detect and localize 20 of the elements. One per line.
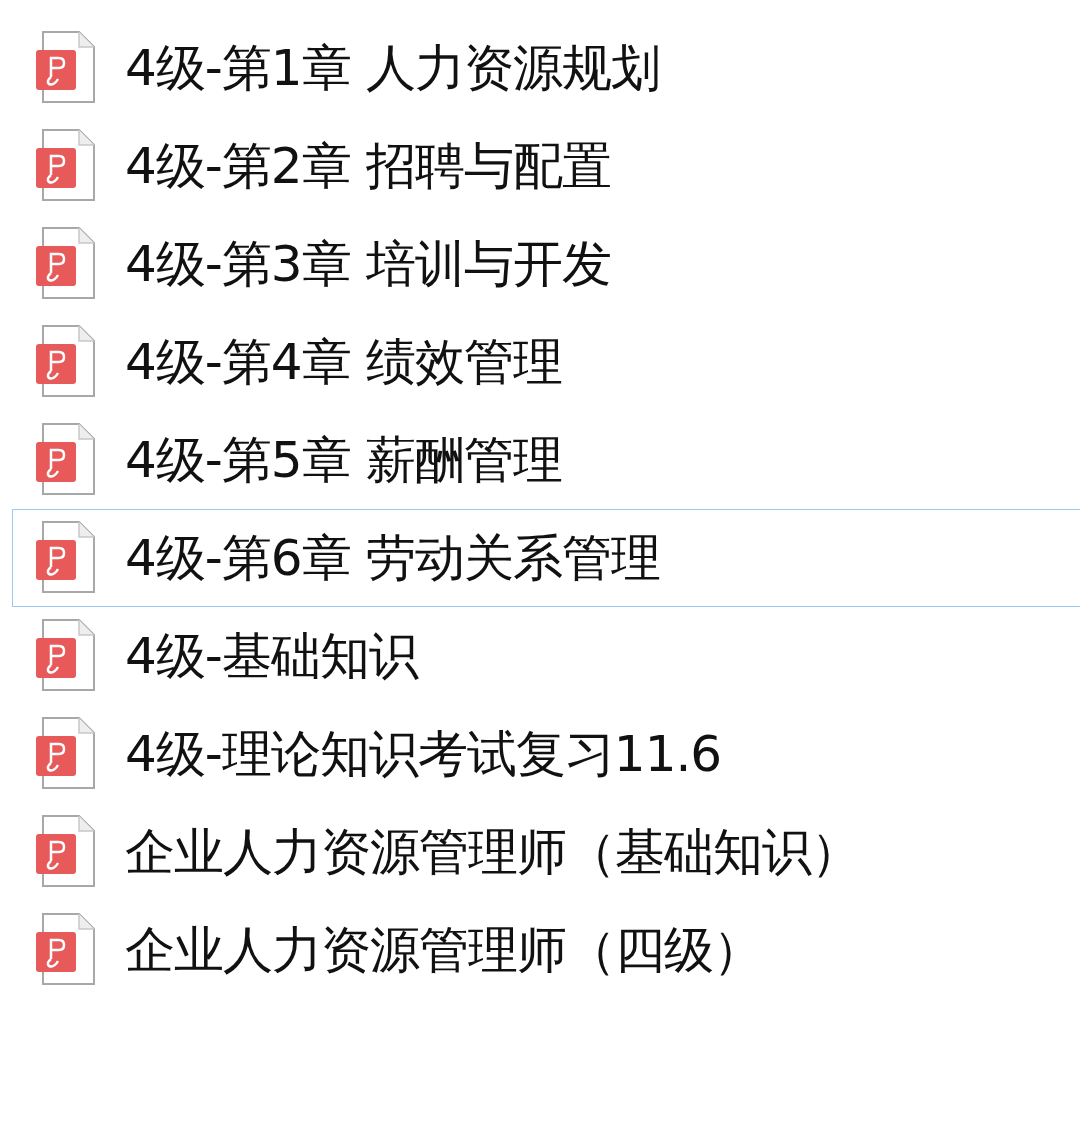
file-name: 4级-第1章 人力资源规划 (125, 37, 660, 99)
file-item[interactable]: 4级-基础知识 (12, 607, 1080, 705)
file-name: 企业人力资源管理师（基础知识） (125, 821, 860, 883)
file-name: 企业人力资源管理师（四级） (125, 919, 762, 981)
file-item[interactable]: 4级-第1章 人力资源规划 (12, 19, 1080, 117)
file-item[interactable]: 4级-第6章 劳动关系管理 (12, 509, 1080, 607)
file-item[interactable]: 4级-理论知识考试复习11.6 (12, 705, 1080, 803)
file-item[interactable]: 4级-第5章 薪酬管理 (12, 411, 1080, 509)
file-item[interactable]: 4级-第3章 培训与开发 (12, 215, 1080, 313)
file-item[interactable]: 企业人力资源管理师（四级） (12, 901, 1080, 999)
file-name: 4级-第3章 培训与开发 (125, 233, 611, 295)
file-name: 4级-理论知识考试复习11.6 (125, 723, 722, 785)
file-name: 4级-第6章 劳动关系管理 (125, 527, 660, 589)
file-item[interactable]: 4级-第4章 绩效管理 (12, 313, 1080, 411)
file-item[interactable]: 企业人力资源管理师（基础知识） (12, 803, 1080, 901)
file-name: 4级-第5章 薪酬管理 (125, 429, 562, 491)
file-name: 4级-第4章 绩效管理 (125, 331, 562, 393)
file-name: 4级-第2章 招聘与配置 (125, 135, 611, 197)
file-name: 4级-基础知识 (125, 625, 418, 687)
file-item[interactable]: 4级-第2章 招聘与配置 (12, 117, 1080, 215)
